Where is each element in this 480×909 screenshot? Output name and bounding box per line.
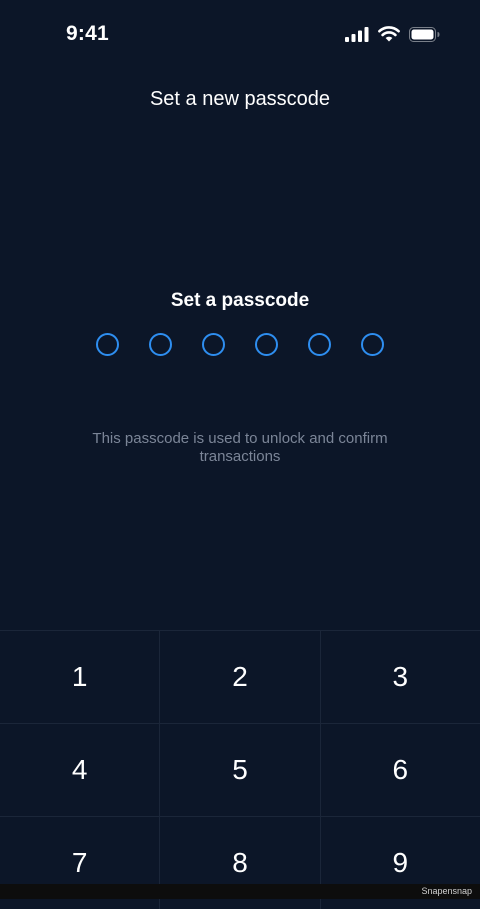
passcode-dot-4 xyxy=(255,333,278,356)
key-1[interactable]: 1 xyxy=(0,631,161,723)
key-6[interactable]: 6 xyxy=(321,724,480,816)
key-5[interactable]: 5 xyxy=(160,724,321,816)
battery-icon xyxy=(409,26,440,42)
passcode-dot-1 xyxy=(96,333,119,356)
numeric-keypad: 1 2 3 4 5 6 7 8 9 xyxy=(0,630,480,909)
passcode-dot-6 xyxy=(361,333,384,356)
wifi-icon xyxy=(378,26,400,42)
cellular-signal-icon xyxy=(345,26,369,42)
watermark-text: Snapensnap xyxy=(421,886,472,896)
passcode-hint: This passcode is used to unlock and conf… xyxy=(92,430,388,465)
status-time: 9:41 xyxy=(66,22,109,45)
status-icons xyxy=(345,26,440,42)
status-bar: 9:41 xyxy=(0,0,480,70)
passcode-dot-5 xyxy=(308,333,331,356)
passcode-dots xyxy=(0,333,480,356)
key-2[interactable]: 2 xyxy=(160,631,321,723)
key-4[interactable]: 4 xyxy=(0,724,161,816)
passcode-dot-3 xyxy=(202,333,225,356)
keypad-row: 4 5 6 xyxy=(0,724,480,817)
key-3[interactable]: 3 xyxy=(321,631,480,723)
passcode-prompt: Set a passcode xyxy=(170,290,310,311)
footer-bar: Snapensnap xyxy=(0,884,480,899)
passcode-dot-2 xyxy=(149,333,172,356)
page-title: Set a new passcode xyxy=(149,88,331,110)
keypad-row: 1 2 3 xyxy=(0,631,480,724)
